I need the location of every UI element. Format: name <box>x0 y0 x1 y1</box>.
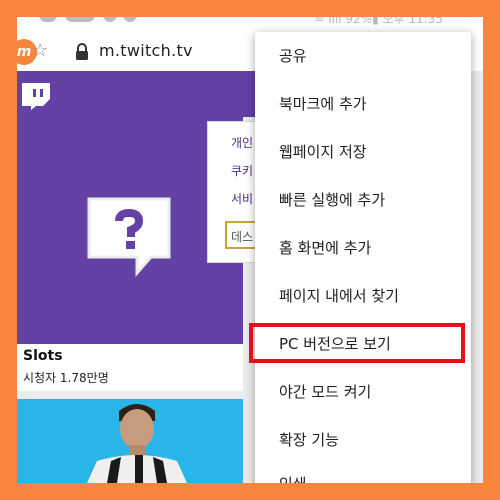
menu-item-night-mode[interactable]: 야간 모드 켜기 <box>255 368 471 415</box>
twitch-logo-icon[interactable] <box>19 81 53 111</box>
menu-item-label: 야간 모드 켜기 <box>279 383 372 401</box>
status-icon <box>65 17 95 22</box>
menu-item-label: 인쇄 <box>279 473 307 483</box>
screenshot-frame: ≈ ıııı 92%▮ 오후 11:35 m ☆ m.twitch.tv Slo… <box>17 17 483 483</box>
status-icon <box>123 17 137 22</box>
viewer-count: 시청자 1.78만명 <box>23 371 109 385</box>
menu-item-label: 빠른 실행에 추가 <box>279 191 386 209</box>
menu-item-save-page[interactable]: 웹페이지 저장 <box>255 128 471 175</box>
menu-item-label: 웹페이지 저장 <box>279 143 367 161</box>
menu-item-label: 북마크에 추가 <box>279 95 367 113</box>
stream-title[interactable]: Slots <box>23 348 63 364</box>
stream-thumbnail-image <box>87 404 187 483</box>
site-menu-item[interactable]: 개인 <box>231 134 253 151</box>
twitch-header <box>17 71 272 117</box>
menu-item-label: 홈 화면에 추가 <box>279 239 372 257</box>
site-menu-item[interactable]: 서비 <box>231 190 253 207</box>
desktop-version-label: 데스 <box>231 230 254 244</box>
menu-item-label: 페이지 내에서 찾기 <box>279 287 399 305</box>
status-icon <box>103 17 117 22</box>
highlight-annotation <box>249 323 465 363</box>
menu-item-add-bookmark[interactable]: 북마크에 추가 <box>255 80 471 127</box>
site-menu-item[interactable]: 쿠키 <box>231 162 253 179</box>
menu-item-extensions[interactable]: 확장 기능 <box>255 416 471 463</box>
menu-item-add-quick-access[interactable]: 빠른 실행에 추가 <box>255 176 471 223</box>
lock-icon <box>76 43 88 60</box>
browser-overflow-menu: 공유 북마크에 추가 웹페이지 저장 빠른 실행에 추가 홈 화면에 추가 페이… <box>249 32 471 483</box>
status-bar: ≈ ıııı 92%▮ 오후 11:35 <box>17 17 483 33</box>
menu-item-print[interactable]: 인쇄 <box>255 460 471 483</box>
url-text[interactable]: m.twitch.tv <box>99 41 193 60</box>
menu-item-add-home-screen[interactable]: 홈 화면에 추가 <box>255 224 471 271</box>
menu-item-share[interactable]: 공유 <box>255 32 471 79</box>
stream-card[interactable] <box>17 399 243 483</box>
status-info: ≈ ıııı 92%▮ 오후 11:35 <box>314 17 443 26</box>
menu-item-find-in-page[interactable]: 페이지 내에서 찾기 <box>255 272 471 319</box>
twitch-glitch-icon <box>87 197 171 277</box>
menu-item-label: 확장 기능 <box>279 431 339 449</box>
menu-item-label: 공유 <box>279 47 307 65</box>
star-icon[interactable]: ☆ <box>32 41 48 61</box>
status-icon <box>39 17 57 22</box>
